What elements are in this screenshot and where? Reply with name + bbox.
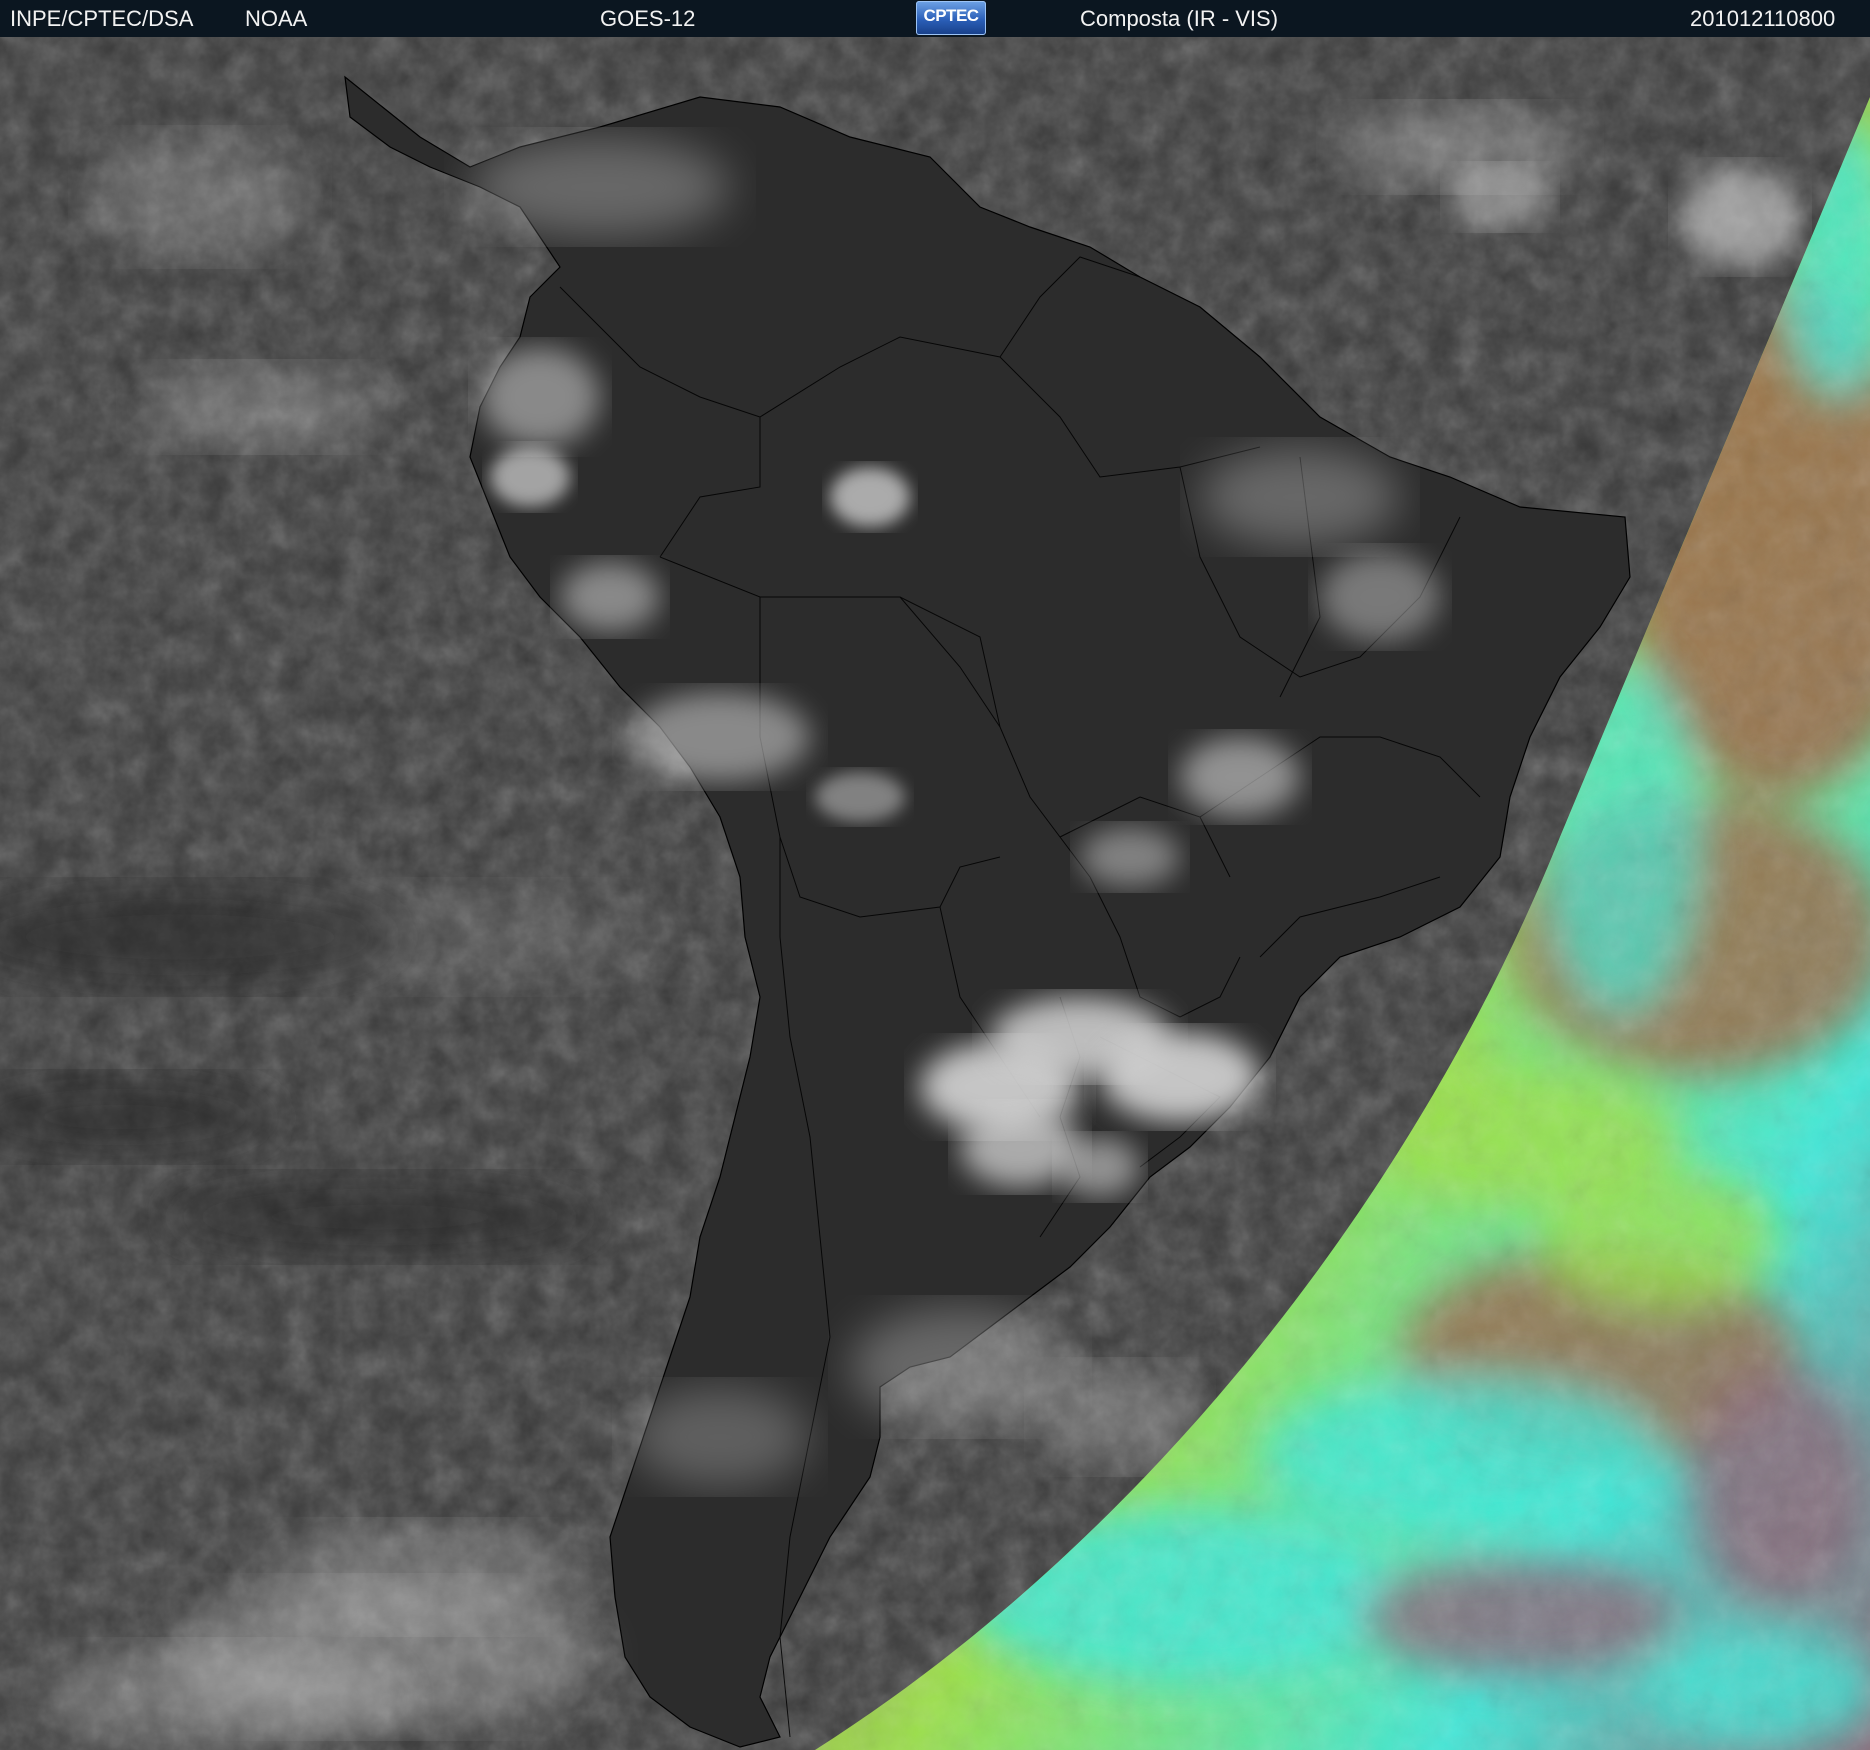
product-label: Composta (IR - VIS) — [1080, 6, 1279, 31]
satellite-composite-image — [0, 37, 1870, 1750]
institution-label: INPE/CPTEC/DSA — [10, 6, 194, 31]
timestamp-label: 201012110800 — [1690, 6, 1836, 31]
header-bar: INPE/CPTEC/DSA NOAA GOES-12 CPTEC Compos… — [0, 0, 1870, 37]
satellite-label: GOES-12 — [600, 6, 696, 31]
cptec-logo: CPTEC — [916, 1, 986, 35]
logo-text: CPTEC — [923, 6, 979, 25]
agency-label: NOAA — [245, 6, 308, 31]
